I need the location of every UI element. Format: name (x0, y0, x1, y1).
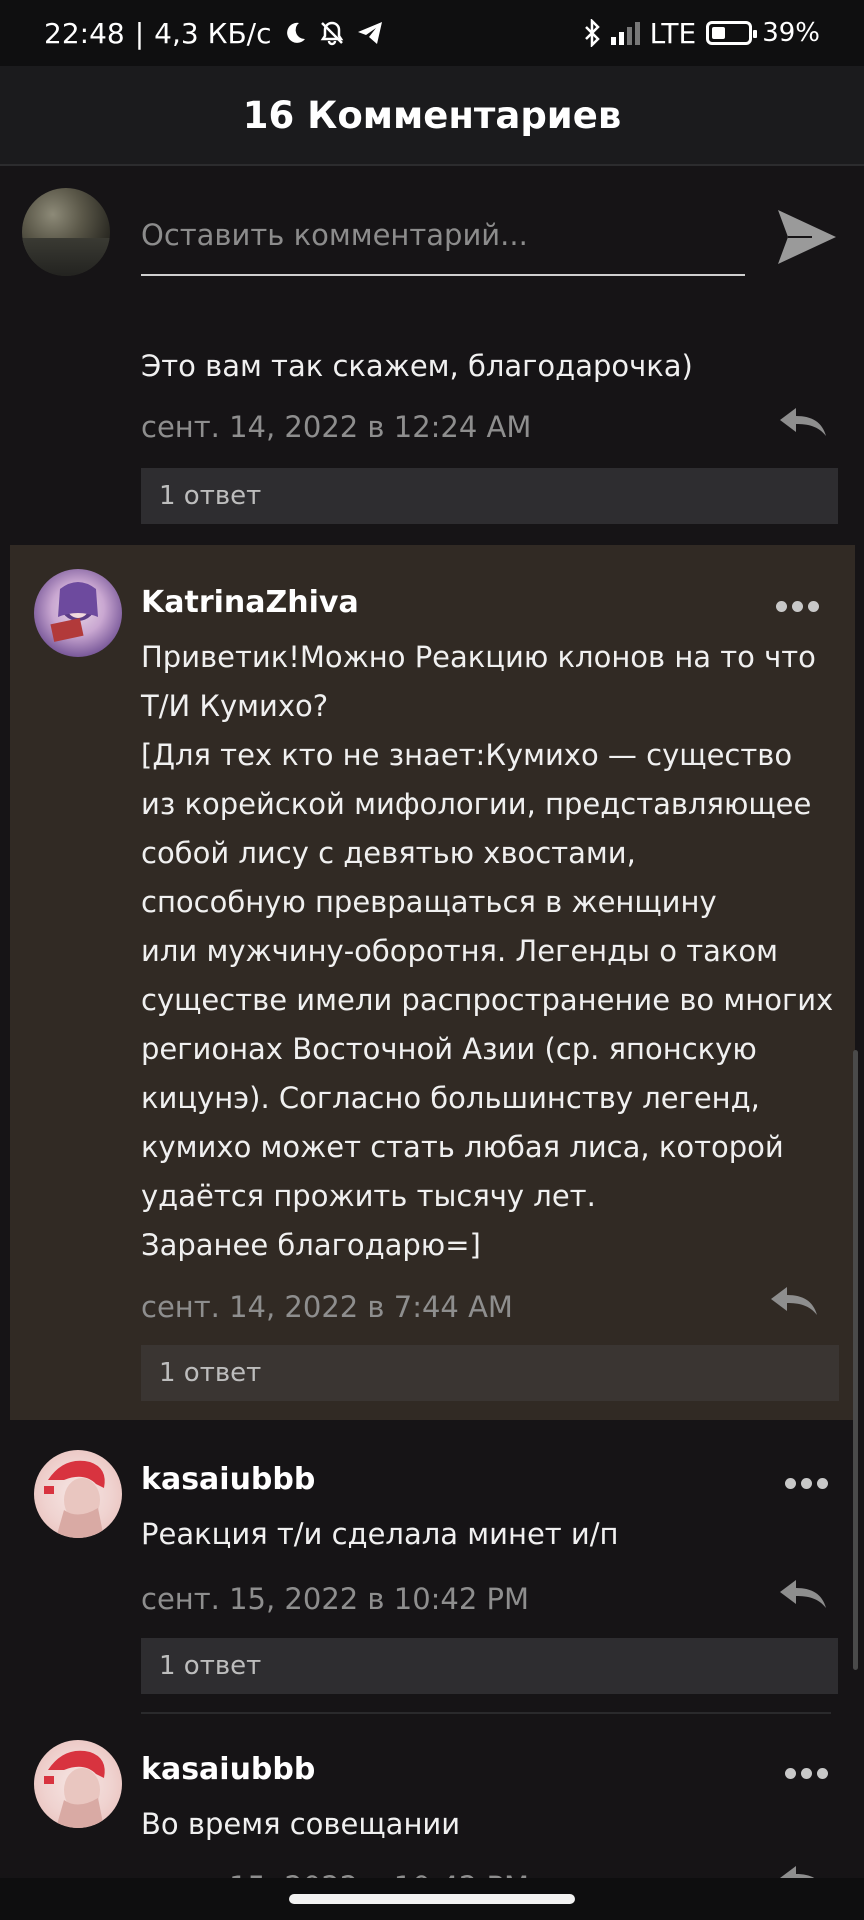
telegram-icon (356, 20, 384, 46)
comment-item: Это вам так скажем, благодарочка) сент. … (0, 330, 864, 545)
moon-icon (282, 20, 308, 46)
home-handle[interactable] (289, 1894, 575, 1904)
comment-text: Приветик!Можно Реакцию клонов на то что … (141, 640, 834, 1262)
status-right: LTE 39% (583, 17, 820, 50)
comment-author[interactable]: kasaiubbb (141, 1462, 315, 1497)
avatar (34, 569, 122, 657)
scrollbar[interactable] (853, 1050, 858, 1670)
comment-author[interactable]: KatrinaZhiva (141, 585, 359, 620)
reply-icon[interactable] (776, 404, 828, 440)
status-separator: | (134, 16, 145, 50)
more-icon[interactable] (776, 601, 819, 612)
page-title: 16 Комментариев (242, 93, 622, 137)
status-time: 22:48 (44, 16, 125, 50)
status-bar: 22:48 | 4,3 КБ/с LTE 39% (0, 0, 864, 66)
send-button[interactable] (774, 206, 840, 268)
comment-date: сент. 15, 2022 в 10:42 PM (141, 1870, 529, 1878)
comment-compose (0, 168, 864, 298)
more-icon[interactable] (785, 1478, 828, 1489)
comment-text: Реакция т/и сделала минет и/п (141, 1517, 619, 1551)
comment-text: Во время совещании (141, 1807, 461, 1841)
avatar (22, 188, 110, 276)
comment-item: KatrinaZhiva Приветик!Можно Реакцию клон… (10, 545, 855, 1420)
status-network: LTE (649, 16, 697, 50)
replies-button[interactable]: 1 ответ (141, 468, 838, 524)
status-speed: 4,3 КБ/с (154, 16, 272, 50)
avatar (34, 1740, 122, 1828)
reply-icon[interactable] (767, 1283, 819, 1319)
avatar (34, 1450, 122, 1538)
replies-button[interactable]: 1 ответ (141, 1638, 838, 1694)
comment-item: kasaiubbb Во время совещании сент. 15, 2… (0, 1712, 864, 1878)
send-icon (778, 210, 836, 264)
comment-input[interactable] (141, 196, 745, 276)
comment-item: kasaiubbb Реакция т/и сделала минет и/п … (0, 1420, 864, 1710)
status-left: 22:48 | 4,3 КБ/с (44, 17, 384, 50)
comment-date: сент. 14, 2022 в 12:24 AM (141, 410, 532, 444)
reply-icon[interactable] (776, 1862, 828, 1878)
comment-text: Это вам так скажем, благодарочка) (141, 349, 693, 383)
comment-author[interactable]: kasaiubbb (141, 1752, 315, 1787)
comment-date: сент. 14, 2022 в 7:44 AM (141, 1290, 513, 1324)
navigation-bar (0, 1878, 864, 1920)
bluetooth-icon (583, 19, 601, 47)
more-icon[interactable] (785, 1768, 828, 1779)
bell-off-icon (318, 19, 346, 47)
comments-header: 16 Комментариев (0, 66, 864, 166)
comment-date: сент. 15, 2022 в 10:42 PM (141, 1582, 530, 1616)
replies-button[interactable]: 1 ответ (141, 1345, 839, 1401)
signal-icon (610, 21, 640, 45)
battery-icon (706, 21, 758, 45)
status-battery: 39% (762, 18, 820, 48)
reply-icon[interactable] (776, 1576, 828, 1612)
